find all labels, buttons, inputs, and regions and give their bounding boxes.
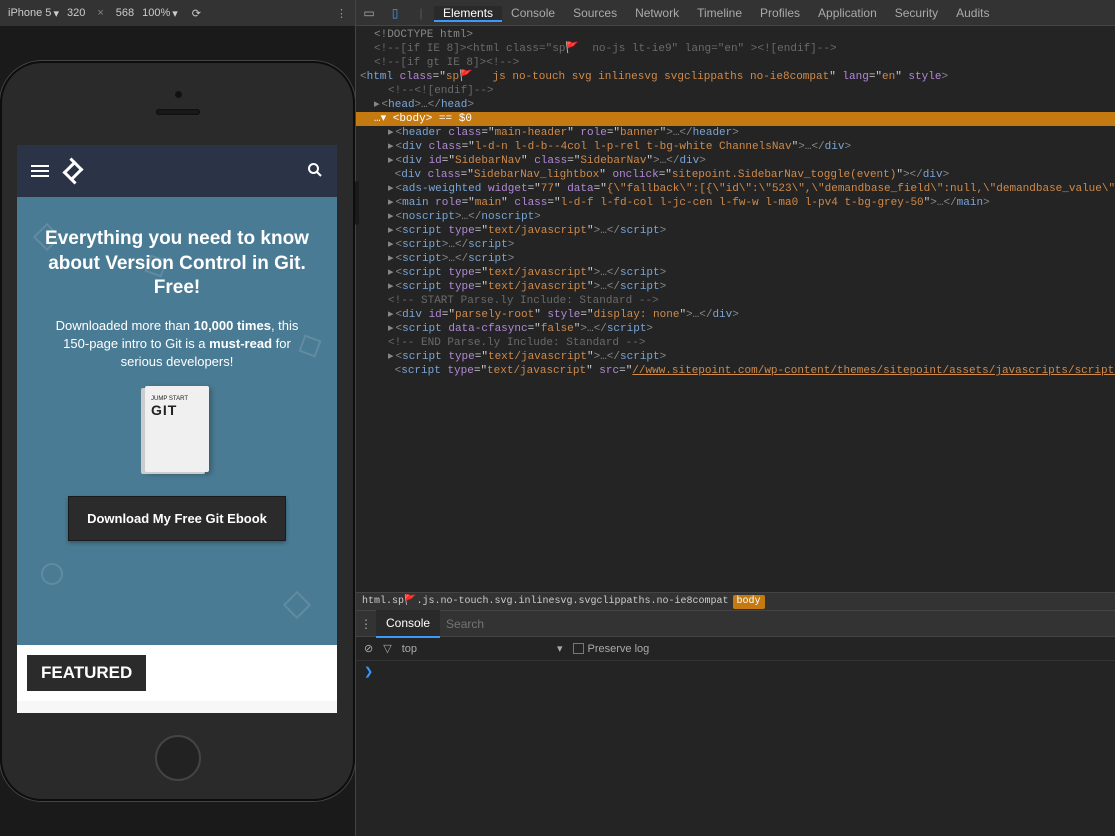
dom-line[interactable]: <script type="text/javascript">…</script… <box>356 266 1115 280</box>
tab-console[interactable]: Console <box>502 6 564 20</box>
device-width[interactable]: 320 <box>67 7 85 19</box>
dom-line[interactable]: <script type="text/javascript">…</script… <box>356 280 1115 294</box>
preserve-log-checkbox[interactable]: Preserve log <box>573 643 650 655</box>
dom-line[interactable]: <script>…</script> <box>356 238 1115 252</box>
dom-line[interactable]: <div id="SidebarNav" class="SidebarNav">… <box>356 154 1115 168</box>
devtools-tabs: ▭ ▯ | ElementsConsoleSourcesNetworkTimel… <box>356 0 1115 26</box>
dom-line[interactable]: <!--<![endif]--> <box>356 84 1115 98</box>
tab-network[interactable]: Network <box>626 6 688 20</box>
dom-line[interactable]: <div class="SidebarNav_lightbox" onclick… <box>356 168 1115 182</box>
dom-line[interactable]: <!DOCTYPE html> <box>356 28 1115 42</box>
tab-audits[interactable]: Audits <box>947 6 998 20</box>
dom-line[interactable]: <!--[if gt IE 8]><!--> <box>356 56 1115 70</box>
dom-line[interactable]: <script>…</script> <box>356 252 1115 266</box>
devtools-panel: ▭ ▯ | ElementsConsoleSourcesNetworkTimel… <box>355 0 1115 836</box>
featured-badge: FEATURED <box>27 655 146 691</box>
dom-line[interactable]: <script type="text/javascript">…</script… <box>356 224 1115 238</box>
download-button[interactable]: Download My Free Git Ebook <box>68 496 286 541</box>
device-panel: iPhone 5 ▾ 320 × 568 100% ▾ ⟳ ⋮ <box>0 0 355 836</box>
app-header <box>17 145 337 197</box>
context-dropdown-icon[interactable]: ▾ <box>557 642 563 655</box>
dom-line[interactable]: <head>…</head> <box>356 98 1115 112</box>
console-prompt-icon: ❯ <box>364 667 373 679</box>
device-select[interactable]: iPhone 5 ▾ <box>8 7 59 20</box>
dom-line[interactable]: <!-- END Parse.ly Include: Standard --> <box>356 336 1115 350</box>
tab-sources[interactable]: Sources <box>564 6 626 20</box>
rotate-icon[interactable]: ⟳ <box>192 7 201 20</box>
console-drawer: ⋮ Console ✕ ⊘ ▽ top ▾ Preserve log ❯ <box>356 610 1115 836</box>
hero-subtitle: Downloaded more than 10,000 times, this … <box>41 317 313 372</box>
dom-panel: <!DOCTYPE html><!--[if IE 8]><html class… <box>356 26 1115 610</box>
dom-line[interactable]: <script type="text/javascript">…</script… <box>356 350 1115 364</box>
breadcrumb[interactable]: html.sp🚩.js.no-touch.svg.inlinesvg.svgcl… <box>356 592 1115 610</box>
drawer-menu-icon[interactable]: ⋮ <box>356 617 376 631</box>
tab-elements[interactable]: Elements <box>434 6 502 22</box>
book-image: JUMP START GIT <box>145 386 209 472</box>
zoom-select[interactable]: 100% ▾ <box>142 7 178 20</box>
tab-application[interactable]: Application <box>809 6 886 20</box>
device-height[interactable]: 568 <box>116 7 134 19</box>
dom-line[interactable]: …▾ <body> == $0 <box>356 112 1115 126</box>
inspect-icon[interactable]: ▭ <box>356 6 382 20</box>
dom-tree[interactable]: <!DOCTYPE html><!--[if IE 8]><html class… <box>356 26 1115 592</box>
dom-line[interactable]: <noscript>…</noscript> <box>356 210 1115 224</box>
dom-line[interactable]: <header class="main-header" role="banner… <box>356 126 1115 140</box>
phone-screen: Everything you need to know about Versio… <box>17 145 337 713</box>
dimension-x: × <box>97 7 103 19</box>
hero-section: Everything you need to know about Versio… <box>17 197 337 645</box>
dom-line[interactable]: <main role="main" class="l-d-f l-fd-col … <box>356 196 1115 210</box>
dom-line[interactable]: <html class="sp🚩 js no-touch svg inlines… <box>356 70 1115 84</box>
dom-line[interactable]: <script type="text/javascript" src="//ww… <box>356 364 1115 378</box>
drawer-search-input[interactable] <box>446 617 1115 631</box>
hero-title: Everything you need to know about Versio… <box>41 227 313 301</box>
dom-line[interactable]: <!-- START Parse.ly Include: Standard --… <box>356 294 1115 308</box>
dom-line[interactable]: <div class="l-d-n l-d-b--4col l-p-rel t-… <box>356 140 1115 154</box>
tab-timeline[interactable]: Timeline <box>688 6 751 20</box>
home-button <box>155 735 201 781</box>
device-menu-icon[interactable]: ⋮ <box>336 7 347 20</box>
dom-line[interactable]: <!--[if IE 8]><html class="sp🚩 no-js lt-… <box>356 42 1115 56</box>
context-select[interactable]: top <box>402 643 417 655</box>
device-toolbar: iPhone 5 ▾ 320 × 568 100% ▾ ⟳ ⋮ <box>0 0 355 26</box>
dom-line[interactable]: <ads-weighted widget="77" data="{\"fallb… <box>356 182 1115 196</box>
tab-security[interactable]: Security <box>886 6 947 20</box>
phone-frame: Everything you need to know about Versio… <box>0 61 355 801</box>
hamburger-icon[interactable] <box>31 165 49 177</box>
sitepoint-logo[interactable] <box>63 161 83 181</box>
search-icon[interactable] <box>307 162 323 181</box>
filter-icon[interactable]: ▽ <box>383 642 391 655</box>
clear-console-icon[interactable]: ⊘ <box>364 642 373 655</box>
drawer-tab-console[interactable]: Console <box>376 610 440 638</box>
device-mode-icon[interactable]: ▯ <box>382 6 408 20</box>
console-body[interactable]: ❯ <box>356 661 1115 836</box>
tab-profiles[interactable]: Profiles <box>751 6 809 20</box>
featured-section: FEATURED <box>17 645 337 701</box>
dom-line[interactable]: <script data-cfasync="false">…</script> <box>356 322 1115 336</box>
dom-line[interactable]: <div id="parsely-root" style="display: n… <box>356 308 1115 322</box>
